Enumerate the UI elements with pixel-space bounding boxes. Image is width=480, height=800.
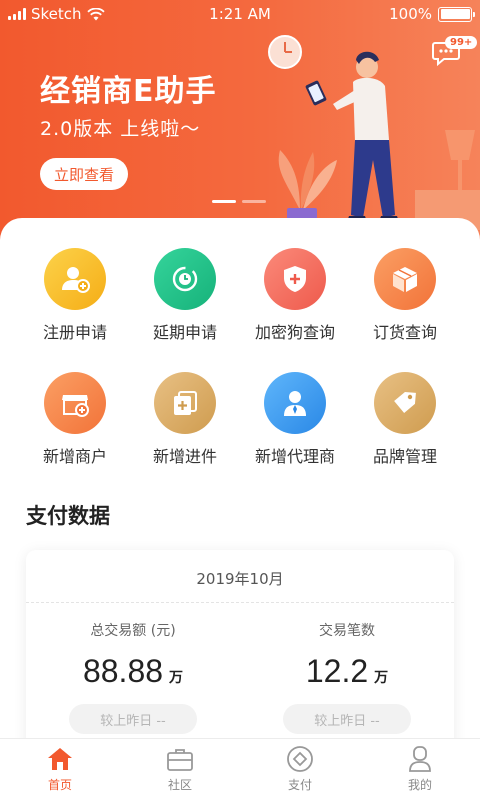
stat-value: 88.88 万: [26, 652, 240, 690]
profile-icon: [405, 745, 435, 773]
main-content: 注册申请 延期申请 加密狗查询 订货查询 新增商户 新增进件 新增代理商 品牌管…: [0, 218, 480, 800]
carousel-indicator: [212, 200, 266, 203]
payment-date[interactable]: 2019年10月: [26, 568, 454, 589]
tab-label: 支付: [287, 778, 312, 792]
carousel-dot[interactable]: [242, 200, 266, 203]
bottom-tab-bar: 首页 社区 支付 我的: [0, 738, 480, 800]
stat-label: 总交易额 (元): [90, 623, 176, 639]
stat-number: 12.2: [305, 653, 369, 689]
total-amount-stat: 总交易额 (元) 88.88 万 较上昨日 --: [26, 620, 240, 734]
view-now-button[interactable]: 立即查看: [40, 158, 128, 190]
grid-label: 品牌管理: [372, 447, 437, 466]
package-box-icon: [374, 248, 436, 310]
battery-icon: [438, 6, 475, 22]
grid-item-extension[interactable]: 延期申请: [125, 248, 245, 343]
grid-label: 新增商户: [42, 447, 107, 466]
tab-mine[interactable]: 我的: [360, 739, 480, 800]
transaction-count-stat: 交易笔数 12.2 万 较上昨日 --: [240, 620, 454, 734]
person-figure: [305, 51, 399, 222]
wall-clock-icon: [268, 35, 302, 69]
stat-unit: 万: [169, 670, 184, 686]
stat-number: 88.88: [82, 653, 164, 689]
status-bar: Sketch 1:21 AM 100%: [0, 0, 480, 28]
grid-label: 注册申请: [42, 323, 107, 342]
store-plus-icon: [44, 372, 106, 434]
tab-community[interactable]: 社区: [120, 739, 240, 800]
clock-refresh-icon: [154, 248, 216, 310]
briefcase-icon: [165, 745, 195, 773]
battery-percent: 100%: [389, 5, 432, 23]
grid-item-new-agent[interactable]: 新增代理商: [235, 372, 355, 467]
grid-label: 新增进件: [152, 447, 217, 466]
tab-label: 社区: [167, 778, 192, 792]
banner-subtitle: 2.0版本 上线啦～: [40, 118, 201, 140]
battery-info: 100%: [389, 5, 475, 23]
lamp-decoration: [415, 130, 480, 230]
tag-icon: [374, 372, 436, 434]
tab-label: 我的: [407, 778, 432, 792]
tab-home[interactable]: 首页: [0, 739, 120, 800]
grid-item-dongle-query[interactable]: 加密狗查询: [235, 248, 355, 343]
divider: [26, 602, 454, 603]
compare-badge: 较上昨日 --: [283, 704, 411, 734]
grid-item-register[interactable]: 注册申请: [15, 248, 135, 343]
grid-label: 加密狗查询: [254, 323, 335, 342]
message-badge: 99+: [445, 36, 478, 49]
carousel-dot[interactable]: [212, 200, 236, 203]
agent-person-icon: [264, 372, 326, 434]
tab-payment[interactable]: 支付: [240, 739, 360, 800]
home-icon: [45, 745, 75, 773]
grid-item-order-query[interactable]: 订货查询: [345, 248, 465, 343]
grid-item-new-application[interactable]: 新增进件: [125, 372, 245, 467]
hero-banner[interactable]: Sketch 1:21 AM 100% 99+ 经销商E助手 2.0版本 上线啦…: [0, 0, 480, 250]
stat-unit: 万: [374, 670, 389, 686]
stat-value: 12.2 万: [240, 652, 454, 690]
shield-plus-icon: [264, 248, 326, 310]
payment-diamond-icon: [285, 745, 315, 773]
compare-badge: 较上昨日 --: [69, 704, 197, 734]
stat-label: 交易笔数: [319, 623, 375, 639]
grid-item-new-merchant[interactable]: 新增商户: [15, 372, 135, 467]
tab-label: 首页: [47, 778, 72, 792]
document-plus-icon: [154, 372, 216, 434]
payment-section-title: 支付数据: [26, 504, 110, 528]
banner-title: 经销商E助手: [40, 74, 217, 109]
grid-label: 延期申请: [152, 323, 217, 342]
plant-decoration: [278, 150, 337, 222]
grid-label: 新增代理商: [254, 447, 335, 466]
user-plus-icon: [44, 248, 106, 310]
grid-label: 订货查询: [372, 323, 437, 342]
grid-item-brand-management[interactable]: 品牌管理: [345, 372, 465, 467]
